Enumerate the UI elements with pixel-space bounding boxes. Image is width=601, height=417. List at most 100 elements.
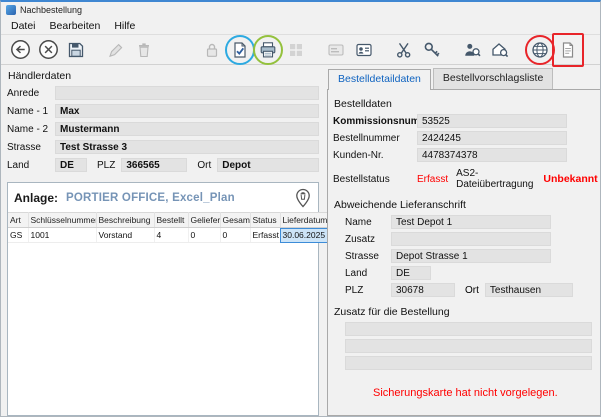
- name2-label: Name - 2: [7, 124, 55, 135]
- cell-status: Erfasst: [250, 228, 280, 243]
- zusatz-bestellung-line3[interactable]: [345, 356, 592, 370]
- anrede-field[interactable]: [55, 86, 319, 100]
- tabbar: Bestelldetaildaten Bestellvorschlagslist…: [328, 68, 601, 89]
- cell-lieferdatum-selected[interactable]: 30.06.2025: [280, 228, 328, 243]
- col-art[interactable]: Art: [8, 213, 28, 228]
- liefer-name-label: Name: [345, 217, 391, 228]
- land-field[interactable]: DE: [55, 158, 87, 172]
- anrede-label: Anrede: [7, 88, 55, 99]
- liefer-plz-field[interactable]: 30678: [391, 283, 455, 297]
- liefer-land-field[interactable]: DE: [391, 266, 431, 280]
- save-icon: [66, 40, 86, 60]
- anlage-header: Anlage: PORTIER OFFICE, Excel_Plan: [8, 183, 318, 212]
- cell-geliefert: 0: [188, 228, 220, 243]
- titlebar: Nachbestellung: [1, 2, 600, 17]
- tab-bestelldetaildaten[interactable]: Bestelldetaildaten: [328, 69, 431, 90]
- strasse-field[interactable]: Test Strasse 3: [55, 140, 319, 154]
- globe-button[interactable]: [527, 37, 553, 63]
- col-status[interactable]: Status: [250, 213, 280, 228]
- liefer-land-label: Land: [345, 268, 391, 279]
- confirm-document-button[interactable]: [227, 37, 253, 63]
- cell-bestellt: 4: [154, 228, 188, 243]
- col-geliefert[interactable]: Geliefert: [188, 213, 220, 228]
- lock-icon: [202, 40, 222, 60]
- document-button[interactable]: [555, 37, 581, 63]
- as2-label: AS2-Dateiübertragung: [456, 168, 533, 190]
- bestellstatus-row: Bestellstatus Erfasst AS2-Dateiübertragu…: [333, 168, 598, 190]
- name1-field[interactable]: Max: [55, 104, 319, 118]
- detail-panel: Bestelldetaildaten Bestellvorschlagslist…: [327, 68, 601, 416]
- haendlerdaten-panel: Händlerdaten Anrede Name - 1 Max Name - …: [7, 68, 319, 416]
- plz-label: PLZ: [87, 160, 121, 171]
- as2-status-value: Unbekannt: [543, 173, 597, 185]
- liefer-zusatz-field[interactable]: [391, 232, 551, 246]
- bestellstatus-label: Bestellstatus: [333, 174, 417, 185]
- tab-bestellvorschlagsliste[interactable]: Bestellvorschlagsliste: [433, 68, 553, 89]
- key-button[interactable]: [419, 37, 445, 63]
- pin-trash-icon: [294, 188, 312, 208]
- person-search-icon: [462, 40, 482, 60]
- liefer-zusatz-label: Zusatz: [345, 234, 391, 245]
- save-button[interactable]: [63, 37, 89, 63]
- globe-icon: [530, 40, 550, 60]
- house-search-button[interactable]: [487, 37, 513, 63]
- col-beschreibung[interactable]: Beschreibung: [96, 213, 154, 228]
- id-card-button[interactable]: [351, 37, 377, 63]
- menu-bearbeiten[interactable]: Bearbeiten: [43, 19, 108, 33]
- kundennr-label: Kunden-Nr.: [333, 150, 417, 161]
- haendlerdaten-title: Händlerdaten: [8, 70, 319, 82]
- print-button[interactable]: [255, 37, 281, 63]
- bestellnummer-field[interactable]: 2424245: [417, 131, 567, 145]
- liefer-plz-label: PLZ: [345, 285, 391, 296]
- cell-art: GS: [8, 228, 28, 243]
- anrede-row: Anrede: [7, 86, 319, 100]
- delete-button[interactable]: [131, 37, 157, 63]
- back-button[interactable]: [7, 37, 33, 63]
- name1-label: Name - 1: [7, 106, 55, 117]
- menu-datei[interactable]: Datei: [4, 19, 43, 33]
- ort-label: Ort: [187, 160, 217, 171]
- liefer-ort-field[interactable]: Testhausen: [485, 283, 573, 297]
- cell-gesamt: 0: [220, 228, 250, 243]
- liefer-zusatz-row: Zusatz: [333, 232, 598, 246]
- remove-attachment-button[interactable]: [294, 188, 312, 208]
- toolbar: [1, 34, 600, 65]
- zusatz-bestellung-line2[interactable]: [345, 339, 592, 353]
- lock-button[interactable]: [199, 37, 225, 63]
- grid-button[interactable]: [283, 37, 309, 63]
- lieferanschrift-title: Abweichende Lieferanschrift: [334, 199, 598, 211]
- person-search-button[interactable]: [459, 37, 485, 63]
- document-icon: [558, 40, 578, 60]
- col-lieferdatum[interactable]: Lieferdatum: [280, 213, 328, 228]
- menubar: Datei Bearbeiten Hilfe: [1, 17, 600, 34]
- edit-button[interactable]: [103, 37, 129, 63]
- kommissionsnummer-field[interactable]: 53525: [417, 114, 567, 128]
- grid-icon: [286, 40, 306, 60]
- col-gesamt[interactable]: Gesamt: [220, 213, 250, 228]
- name1-row: Name - 1 Max: [7, 104, 319, 118]
- card-icon: [326, 40, 346, 60]
- strasse-label: Strasse: [7, 142, 55, 153]
- kundennr-field[interactable]: 4478374378: [417, 148, 567, 162]
- table-row[interactable]: GS 1001 Vorstand 4 0 0 Erfasst 30.06.202…: [8, 228, 328, 243]
- name2-field[interactable]: Mustermann: [55, 122, 319, 136]
- col-schluesselnummer[interactable]: Schlüsselnummer: [28, 213, 96, 228]
- menu-hilfe[interactable]: Hilfe: [107, 19, 142, 33]
- liefer-strasse-row: Strasse Depot Strasse 1: [333, 249, 598, 263]
- liefer-name-field[interactable]: Test Depot 1: [391, 215, 551, 229]
- plz-field[interactable]: 366565: [121, 158, 187, 172]
- liefer-strasse-field[interactable]: Depot Strasse 1: [391, 249, 551, 263]
- liefer-plz-ort-row: PLZ 30678 Ort Testhausen: [333, 283, 598, 297]
- window-title: Nachbestellung: [20, 5, 82, 15]
- card-button[interactable]: [323, 37, 349, 63]
- col-bestellt[interactable]: Bestellt: [154, 213, 188, 228]
- cancel-button[interactable]: [35, 37, 61, 63]
- cut-button[interactable]: [391, 37, 417, 63]
- liefer-ort-label: Ort: [455, 285, 485, 296]
- ort-field[interactable]: Depot: [217, 158, 319, 172]
- anlage-label: Anlage:: [14, 191, 58, 205]
- zusatz-bestellung-line1[interactable]: [345, 322, 592, 336]
- bestellstatus-value: Erfasst: [417, 174, 448, 185]
- app-window: Nachbestellung Datei Bearbeiten Hilfe: [0, 0, 601, 417]
- anlage-panel: Anlage: PORTIER OFFICE, Excel_Plan Art: [7, 182, 319, 416]
